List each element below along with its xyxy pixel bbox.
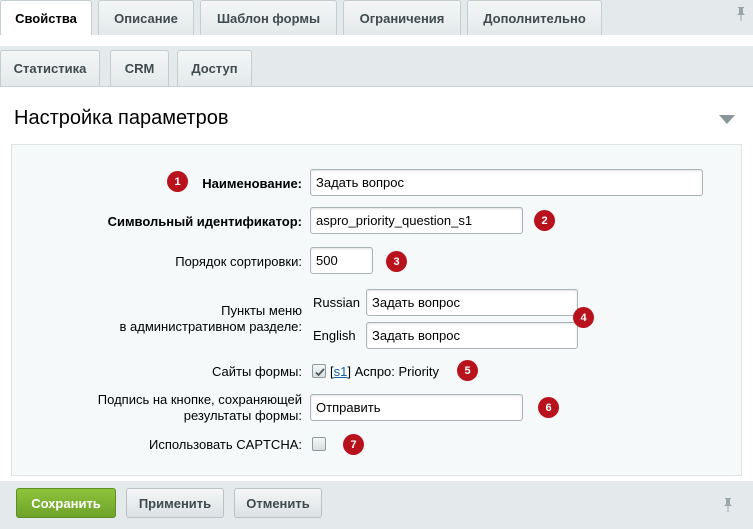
button-caption-input[interactable] — [310, 394, 523, 421]
badge-4: 4 — [573, 307, 594, 328]
captcha-label: Использовать CAPTCHA: — [148, 437, 302, 452]
tab-label: Статистика — [13, 61, 87, 76]
tab-label: Ограничения — [359, 10, 445, 26]
site-entry: [s1] Аспро: Priority — [330, 364, 439, 379]
sort-input[interactable] — [310, 247, 373, 274]
sort-label: Порядок сортировки: — [175, 254, 302, 269]
tab-bar-primary: Свойства Описание Шаблон формы Ограничен… — [0, 0, 753, 35]
badge-6: 6 — [538, 397, 559, 418]
tab-restrictions[interactable]: Ограничения — [343, 0, 461, 35]
tab-form-template[interactable]: Шаблон формы — [200, 0, 337, 35]
badge-7: 7 — [343, 434, 364, 455]
tab-bar-secondary: Статистика CRM Доступ — [0, 46, 753, 86]
russian-label: Russian — [313, 295, 360, 310]
name-label: Наименование: — [202, 176, 302, 191]
menu-label-line2: в административном разделе: — [119, 319, 302, 334]
sites-label: Сайты формы: — [212, 364, 302, 379]
badge-5: 5 — [457, 360, 478, 381]
badge-3: 3 — [386, 251, 407, 272]
tab-label: Шаблон формы — [216, 10, 321, 26]
panel-title: Настройка параметров — [14, 107, 229, 129]
tab-additional[interactable]: Дополнительно — [467, 0, 602, 35]
apply-button[interactable]: Применить — [126, 488, 224, 518]
cancel-button[interactable]: Отменить — [234, 488, 322, 518]
tab-description[interactable]: Описание — [98, 0, 194, 35]
symbolic-id-label: Символьный идентификатор: — [107, 214, 302, 229]
tab-access[interactable]: Доступ — [177, 50, 252, 86]
tab-label: Доступ — [191, 61, 238, 76]
settings-panel: Настройка параметров 1 Наименование: Сим… — [0, 86, 753, 481]
footer-pin-icon[interactable] — [721, 497, 735, 513]
site-name: Аспро: Priority — [354, 364, 439, 379]
collapse-arrow-icon[interactable] — [719, 115, 735, 124]
form-area: 1 Наименование: Символьный идентификатор… — [11, 144, 742, 476]
save-button[interactable]: Сохранить — [16, 488, 116, 518]
name-input[interactable] — [310, 169, 703, 196]
tab-label: CRM — [124, 61, 155, 76]
button-caption-label-line1: Подпись на кнопке, сохраняющей — [97, 392, 302, 407]
pin-icon[interactable] — [734, 6, 748, 22]
tab-label: Свойства — [15, 10, 77, 26]
english-label: English — [313, 328, 356, 343]
symbolic-id-input[interactable] — [310, 207, 523, 234]
captcha-checkbox[interactable] — [312, 437, 326, 451]
russian-menu-input[interactable] — [366, 289, 578, 316]
tab-strip — [0, 35, 753, 46]
tab-statistics[interactable]: Статистика — [0, 50, 100, 86]
badge-2: 2 — [534, 210, 555, 231]
checkmark-icon — [315, 368, 325, 377]
tab-label: Описание — [114, 10, 178, 26]
tab-label: Дополнительно — [483, 10, 586, 26]
tab-properties[interactable]: Свойства — [0, 0, 92, 35]
english-menu-input[interactable] — [366, 322, 578, 349]
button-caption-label-line2: результаты формы: — [183, 408, 302, 423]
site-s1-checkbox[interactable] — [312, 364, 326, 378]
tab-crm[interactable]: CRM — [110, 50, 169, 86]
bracket-close: ] — [347, 364, 351, 379]
site-s1-link[interactable]: s1 — [334, 364, 348, 379]
menu-label-line1: Пункты меню — [221, 303, 302, 318]
